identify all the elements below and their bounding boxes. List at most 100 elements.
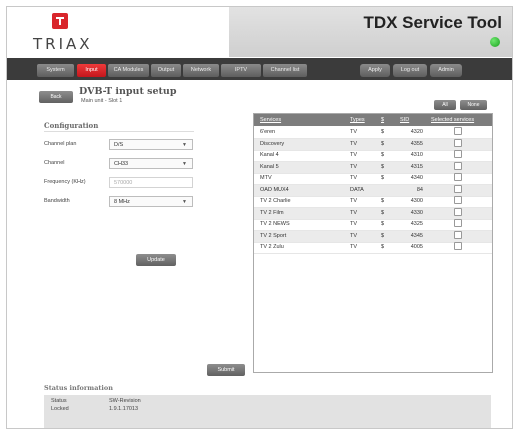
service-name: TV 2 Film [260, 209, 284, 216]
table-row: TV 2 Charlie TV $4300 [254, 196, 492, 208]
page-subtitle: Main unit - Slot 1 [81, 98, 123, 104]
column-selected-services: Selected services [431, 117, 475, 123]
channel-value: CH33 [114, 161, 129, 167]
status-panel: Status Locked SW-Revision 1.9.1.17013 [44, 395, 491, 428]
service-type: TV [350, 244, 358, 250]
bandwidth-label: Bandwidth [44, 198, 70, 204]
service-select-checkbox[interactable] [454, 196, 462, 204]
services-table: Services Types $ SID Selected services 6… [253, 113, 493, 373]
tab-network[interactable]: Network [183, 64, 219, 77]
service-select-checkbox[interactable] [454, 184, 462, 193]
tab-output[interactable]: Output [151, 64, 181, 77]
sw-revision-label: SW-Revision [109, 398, 141, 404]
table-row: TV 2 NEWS TV $4325 [254, 219, 492, 231]
service-sid: 4325 [410, 221, 423, 227]
service-scrambled: $ [381, 209, 385, 216]
chevron-down-icon: ▼ [182, 142, 187, 148]
service-select-checkbox[interactable] [454, 207, 462, 216]
table-row: Discovery TV $4355 [254, 138, 492, 151]
service-select-checkbox[interactable] [454, 150, 462, 158]
service-sid: 4320 [410, 129, 423, 135]
service-name: TV 2 Zulu [260, 244, 284, 250]
service-select-checkbox[interactable] [454, 161, 462, 170]
status-label: Status [51, 398, 67, 404]
service-type: TV [350, 209, 358, 216]
select-all-button[interactable]: All [434, 100, 456, 110]
service-name: 6'eren [260, 129, 276, 135]
table-row: Kanal 5 TV $4315 [254, 161, 492, 174]
service-type: TV [350, 129, 358, 135]
service-scrambled: $ [381, 244, 385, 250]
logout-button[interactable]: Log out [393, 64, 427, 77]
back-button[interactable]: Back [39, 91, 73, 103]
tab-channel-list[interactable]: Channel list [263, 64, 307, 77]
channel-plan-value: D/S [114, 142, 124, 148]
service-name: TV 2 Charlie [260, 198, 291, 204]
page-title: DVB-T input setup [79, 86, 177, 97]
status-value: Locked [51, 406, 69, 412]
service-type: TV [350, 152, 358, 158]
service-sid: 4330 [410, 209, 423, 216]
submit-button[interactable]: Submit [207, 364, 245, 376]
status-led-icon [490, 37, 500, 47]
service-select-checkbox[interactable] [454, 230, 462, 239]
service-type: DATA [350, 186, 364, 193]
service-sid: 4345 [410, 232, 423, 239]
tab-system[interactable]: System [37, 64, 74, 77]
select-none-button[interactable]: None [460, 100, 487, 110]
apply-button[interactable]: Apply [360, 64, 390, 77]
tab-iptv[interactable]: IPTV [221, 64, 261, 77]
sw-revision-value: 1.9.1.17013 [109, 406, 139, 412]
configuration-heading: Configuration [44, 121, 99, 130]
column-types[interactable]: Types [350, 114, 365, 126]
frequency-label: Frequency (KHz) [44, 179, 86, 185]
table-row: MTV TV $4340 [254, 173, 492, 185]
service-name: OAD MUX4 [260, 186, 289, 193]
service-sid: 84 [416, 186, 423, 193]
logo-text: TRIAX [33, 35, 93, 53]
service-type: TV [350, 232, 358, 239]
tab-ca-modules[interactable]: CA Modules [108, 64, 149, 77]
service-select-checkbox[interactable] [454, 242, 462, 250]
table-row: TV 2 Film TV $4330 [254, 207, 492, 220]
admin-button[interactable]: Admin [430, 64, 462, 77]
triax-logo-icon [52, 13, 68, 29]
service-scrambled: $ [381, 163, 385, 170]
service-name: MTV [260, 175, 272, 181]
bandwidth-value: 8 MHz [114, 199, 130, 205]
update-button[interactable]: Update [136, 254, 176, 266]
service-scrambled: $ [381, 140, 385, 147]
chevron-down-icon: ▼ [182, 161, 187, 167]
channel-plan-select[interactable]: D/S ▼ [109, 139, 193, 150]
bandwidth-select[interactable]: 8 MHz ▼ [109, 196, 193, 207]
service-name: TV 2 Sport [260, 232, 287, 239]
main-nav: System Input CA Modules Output Network I… [7, 58, 512, 80]
frequency-input[interactable]: 570000 [109, 177, 193, 188]
table-row: 6'eren TV $4320 [254, 127, 492, 139]
service-select-checkbox[interactable] [454, 127, 462, 135]
service-type: TV [350, 175, 358, 181]
service-select-checkbox[interactable] [454, 173, 462, 181]
service-sid: 4315 [410, 163, 423, 170]
service-scrambled: $ [381, 232, 385, 239]
channel-label: Channel [44, 160, 65, 166]
column-services[interactable]: Services [260, 114, 281, 126]
channel-select[interactable]: CH33 ▼ [109, 158, 193, 169]
triax-logo: TRIAX [15, 11, 119, 57]
title-panel: TDX Service Tool [229, 7, 512, 57]
service-name: Kanal 5 [260, 163, 279, 170]
channel-plan-label: Channel plan [44, 141, 77, 147]
app-title: TDX Service Tool [363, 13, 502, 32]
service-scrambled: $ [381, 221, 385, 227]
table-row: Kanal 4 TV $4310 [254, 150, 492, 162]
tab-input[interactable]: Input [77, 64, 106, 77]
service-name: Discovery [260, 140, 285, 147]
service-name: Kanal 4 [260, 152, 279, 158]
column-scrambled[interactable]: $ [381, 114, 384, 126]
chevron-down-icon: ▼ [182, 199, 187, 205]
column-sid[interactable]: SID [400, 114, 409, 126]
service-select-checkbox[interactable] [454, 138, 462, 147]
service-type: TV [350, 163, 358, 170]
table-row: TV 2 Sport TV $4345 [254, 230, 492, 243]
service-select-checkbox[interactable] [454, 219, 462, 227]
